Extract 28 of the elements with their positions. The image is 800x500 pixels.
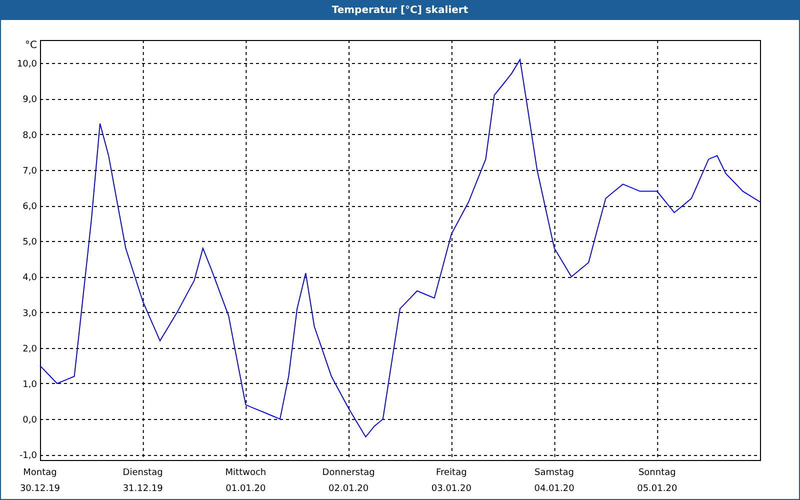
y-tick-label: 9,0 [22,95,37,106]
date-label: 31.12.19 [122,484,163,494]
weekday-label: Sonntag [638,468,676,478]
weekday-label: Montag [23,468,57,478]
weekday-label: Samstag [534,468,574,478]
window-title: Temperatur [°C] skaliert [1,1,799,20]
weekday-label: Mittwoch [225,468,266,478]
weekday-label: Donnerstag [322,468,375,478]
y-tick-label: 10,0 [16,60,37,70]
axis-unit-label: °C [25,40,37,51]
weekday-label: Dienstag [122,468,163,478]
y-tick-label: 7,0 [22,166,37,176]
date-label: 01.01.20 [226,484,266,494]
y-tick-label: 6,0 [22,202,37,212]
y-tick-label: 0,0 [22,416,37,426]
y-tick-label: 5,0 [22,238,37,248]
y-tick-label: 1,0 [22,380,37,390]
weekday-label: Freitag [436,468,467,478]
date-label: 05.01.20 [637,484,678,494]
y-tick-label: 4,0 [22,273,37,284]
date-label: 02.01.20 [328,484,369,494]
y-tick-label: 3,0 [22,308,37,319]
y-tick-label: 8,0 [22,130,37,141]
date-label: 03.01.20 [431,484,472,494]
y-tick-label: -1,0 [19,451,37,462]
date-label: 30.12.19 [20,484,60,494]
date-label: 04.01.20 [534,484,574,494]
y-tick-label: 2,0 [22,344,37,354]
